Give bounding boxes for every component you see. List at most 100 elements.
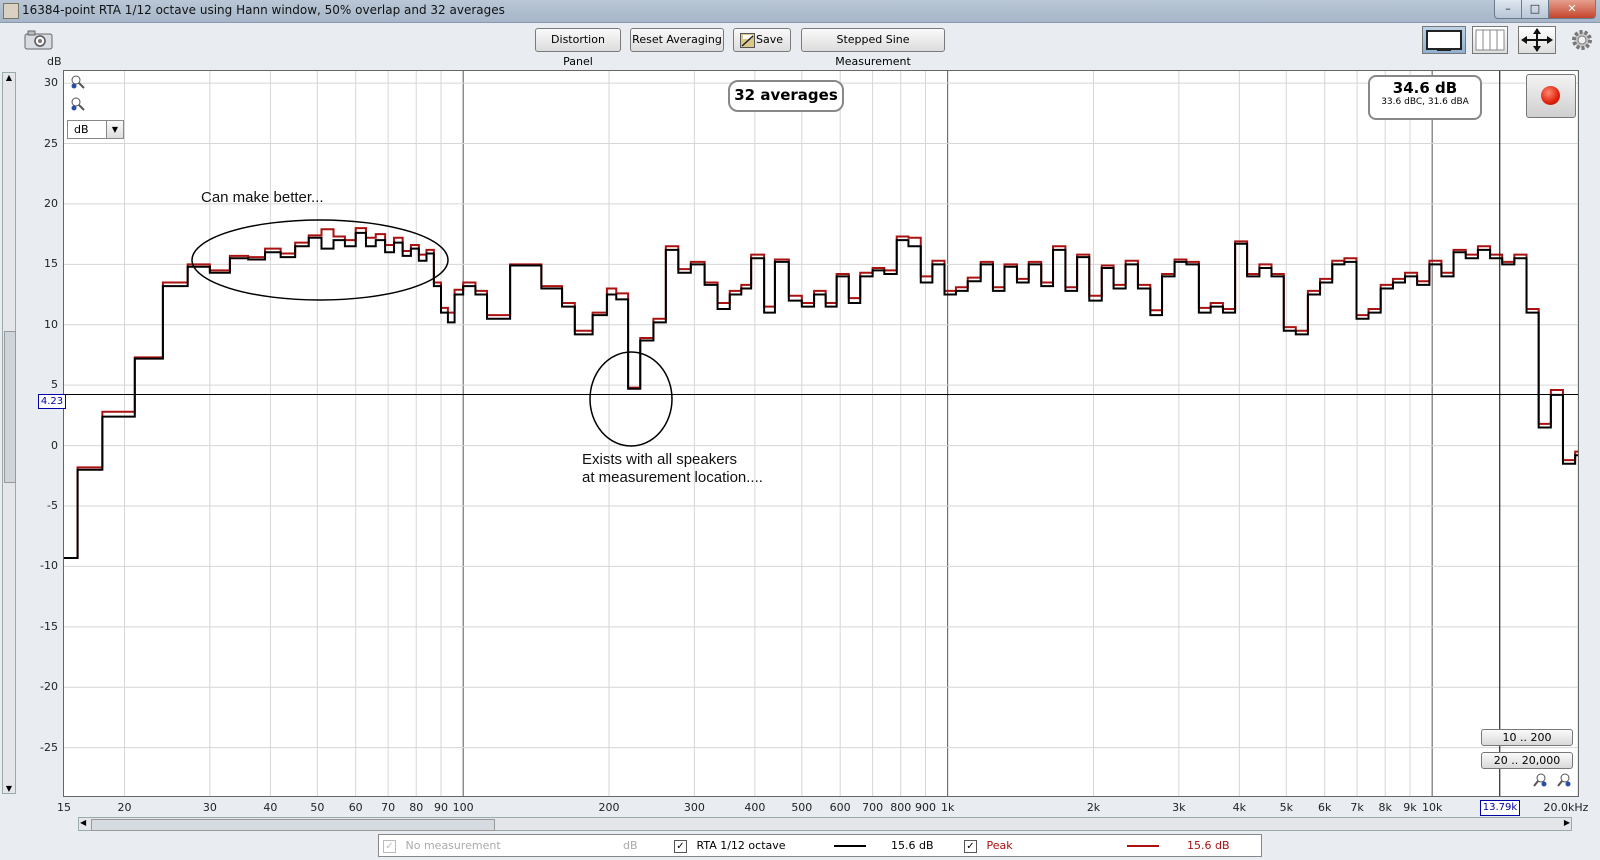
distortion-panel-button[interactable]: Distortion Panel (535, 28, 621, 68)
grid-lines (64, 71, 1578, 796)
zoom-out-icon[interactable] (70, 96, 86, 116)
maximize-button[interactable]: □ (1521, 0, 1549, 19)
unit-select-value: dB (74, 123, 89, 136)
x-tick-label: 5k (1279, 801, 1293, 814)
x-tick-label: 6k (1317, 801, 1332, 814)
record-button[interactable] (1526, 74, 1576, 118)
panels-view-button[interactable] (1472, 26, 1508, 54)
x-tick-label: 700 (862, 801, 884, 814)
spl-weighted-values: 33.6 dBC, 31.6 dBA (1381, 97, 1469, 107)
scroll-right-icon[interactable]: ▶ (1564, 818, 1570, 827)
x-tick-label: 1k (940, 801, 955, 814)
y-tick-label: -15 (40, 619, 58, 633)
minimize-button[interactable]: – (1494, 0, 1522, 19)
scroll-down-icon[interactable]: ▼ (3, 784, 15, 793)
legend-peak-label: Peak (986, 839, 1013, 852)
x-tick-label: 8k (1378, 801, 1392, 814)
reset-averaging-button[interactable]: Reset Averaging (630, 28, 724, 52)
app-icon (3, 3, 19, 19)
x-tick-label: 400 (744, 801, 766, 814)
legend-no-measurement[interactable]: ✓ No measurement (383, 839, 501, 853)
x-tick-label: 80 (409, 801, 424, 814)
fit-view-button[interactable] (1518, 26, 1556, 54)
series-rta-1-12-octave (64, 231, 1578, 559)
unit-select[interactable]: dB ▼ (67, 120, 124, 139)
legend-peak-swatch (1127, 845, 1159, 847)
checkbox-icon[interactable]: ✓ (964, 839, 977, 853)
horizontal-scrollbar[interactable]: ◀ ▶ (78, 817, 1572, 831)
x-tick-label: 200 (598, 801, 620, 814)
cursor-y-readout: 4.23 (38, 394, 66, 409)
y-tick-label: 25 (44, 136, 58, 150)
x-tick-label: 50 (310, 801, 325, 814)
legend-rta[interactable]: ✓ RTA 1/12 octave (674, 839, 786, 853)
x-tick-label: 300 (683, 801, 705, 814)
save-label: Save (755, 33, 783, 46)
annotation-ellipse-2 (589, 351, 673, 447)
y-tick-label: -10 (40, 559, 58, 573)
x-tick-label: 40 (263, 801, 278, 814)
x-tick-label: 10k (1421, 801, 1443, 814)
gear-icon[interactable] (1570, 28, 1594, 52)
arrows-expand-icon (1521, 28, 1553, 52)
x-tick-label: 800 (890, 801, 912, 814)
x-tick-label: 4k (1232, 801, 1247, 814)
checkbox-icon[interactable]: ✓ (383, 839, 396, 853)
graph-view-icon (1426, 30, 1462, 51)
y-tick-label: 5 (51, 378, 58, 392)
x-tick-label: 3k (1172, 801, 1186, 814)
annotation-exists-line1: Exists with all speakers (582, 451, 738, 468)
series-peak (64, 227, 1578, 559)
close-button[interactable]: ✕ (1548, 0, 1596, 19)
x-tick-label: 7k (1350, 801, 1364, 814)
checkbox-icon[interactable]: ✓ (674, 839, 687, 853)
stepped-sine-button[interactable]: Stepped Sine Measurement (801, 28, 945, 68)
legend-no-measurement-label: No measurement (405, 839, 501, 852)
cursor-x-readout: 13.79k (1480, 800, 1520, 816)
scroll-left-icon[interactable]: ◀ (80, 818, 86, 827)
vertical-scrollbar[interactable]: ▲ ▼ (2, 72, 16, 794)
zoom-out-x-icon[interactable] (1556, 772, 1572, 792)
horizontal-scroll-thumb[interactable] (91, 819, 495, 831)
save-icon (740, 33, 755, 48)
y-tick-label: 10 (44, 317, 58, 331)
x-tick-label: 500 (791, 801, 813, 814)
averages-badge: 32 averages (728, 80, 844, 112)
save-button[interactable]: Save (733, 28, 791, 52)
panels-icon (1475, 29, 1505, 51)
legend-peak-value: 15.6 dB (1187, 839, 1230, 852)
series-lines (64, 227, 1578, 559)
annotation-can-make-better: Can make better... (201, 189, 324, 206)
chevron-down-icon[interactable]: ▼ (106, 121, 123, 138)
x-tick-label: 90 (434, 801, 448, 814)
legend-rta-value: 15.6 dB (891, 839, 934, 852)
rta-graph[interactable] (64, 71, 1578, 796)
range-20-20000-button[interactable]: 20 .. 20,000 (1481, 752, 1573, 769)
graph-view-button[interactable] (1422, 26, 1466, 54)
x-tick-label: 20.0kHz (1543, 801, 1589, 814)
legend-bar: ✓ No measurement dB ✓ RTA 1/12 octave 15… (378, 834, 1262, 857)
annotation-exists-line2: at measurement location.... (582, 469, 763, 486)
spl-badge: 34.6 dB 33.6 dBC, 31.6 dBA (1368, 75, 1482, 120)
plot-area[interactable] (63, 70, 1579, 797)
y-tick-label: 15 (44, 257, 58, 271)
y-tick-label: 20 (44, 196, 58, 210)
zoom-in-x-icon[interactable] (1532, 772, 1548, 792)
range-10-200-button[interactable]: 10 .. 200 (1481, 729, 1573, 746)
y-tick-label: -20 (40, 680, 58, 694)
x-tick-label: 2k (1086, 801, 1101, 814)
legend-no-measurement-unit: dB (623, 839, 638, 852)
legend-rta-swatch (834, 845, 866, 847)
scroll-up-icon[interactable]: ▲ (3, 73, 15, 82)
x-tick-label: 60 (348, 801, 363, 814)
x-tick-label: 70 (381, 801, 396, 814)
x-tick-label: 9k (1403, 801, 1417, 814)
y-tick-label: -25 (40, 740, 58, 754)
x-tick-label: 15 (57, 801, 71, 814)
y-tick-label: 0 (51, 438, 58, 452)
camera-icon[interactable] (24, 29, 54, 51)
vertical-scroll-thumb[interactable] (4, 331, 16, 483)
zoom-in-icon[interactable] (70, 74, 86, 94)
legend-peak[interactable]: ✓ Peak (964, 839, 1013, 853)
spl-value: 34.6 dB (1392, 79, 1458, 97)
